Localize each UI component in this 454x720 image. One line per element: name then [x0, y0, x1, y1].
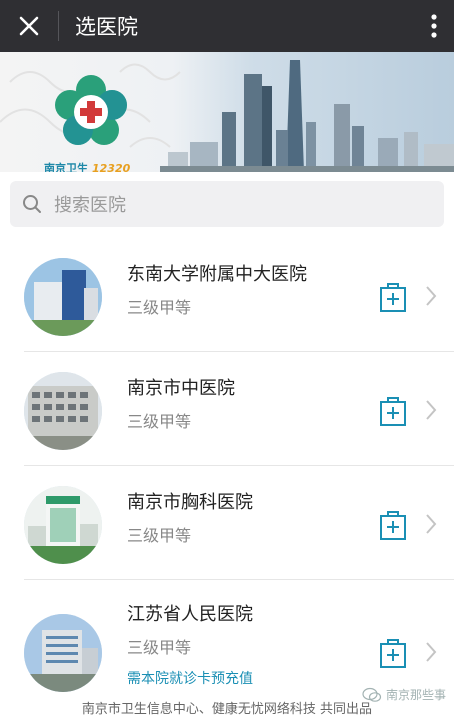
hospital-name: 江苏省人民医院	[127, 604, 253, 625]
chevron-right-icon	[426, 514, 437, 534]
list-item[interactable]: 东南大学附属中大医院 三级甲等	[0, 238, 454, 352]
logo-flower-icon	[55, 75, 127, 145]
hospital-photo	[24, 372, 102, 450]
hospital-name: 南京市中医院	[127, 378, 235, 399]
logo-caption: 南京卫生 12320	[44, 160, 130, 172]
list-item[interactable]: 南京市中医院 三级甲等	[0, 352, 454, 466]
logo-number: 12320	[92, 162, 131, 172]
chevron-right-icon	[426, 286, 437, 306]
hospital-photo	[24, 614, 102, 692]
register-icon[interactable]	[376, 280, 410, 314]
hospital-photo	[24, 486, 102, 564]
hospital-photo	[24, 258, 102, 336]
more-vertical-icon	[431, 14, 437, 38]
close-icon	[19, 16, 39, 36]
hospital-note: 需本院就诊卡预充值	[127, 671, 253, 687]
hospital-level: 三级甲等	[127, 638, 192, 657]
register-icon[interactable]	[376, 636, 410, 670]
more-button[interactable]	[414, 0, 454, 52]
list-item[interactable]: 南京市胸科医院 三级甲等	[0, 466, 454, 580]
wechat-icon	[362, 687, 382, 702]
search-icon	[23, 195, 41, 213]
top-bar: 选医院	[0, 0, 454, 52]
watermark-text: 南京那些事	[385, 688, 446, 702]
search-input[interactable]: 搜索医院	[10, 181, 444, 227]
hospital-name: 东南大学附属中大医院	[127, 264, 307, 285]
hospital-level: 三级甲等	[127, 526, 192, 545]
header-divider	[58, 11, 59, 41]
logo-text: 南京卫生	[44, 162, 88, 172]
search-placeholder: 搜索医院	[54, 195, 126, 216]
hospital-name: 南京市胸科医院	[127, 492, 253, 513]
hospital-list: 东南大学附属中大医院 三级甲等 南京市中医院 三级甲等 南京市胸科医院 三级甲等…	[0, 238, 454, 706]
register-icon[interactable]	[376, 394, 410, 428]
chevron-right-icon	[426, 400, 437, 420]
health-logo: 南京卫生 12320	[36, 72, 146, 172]
register-icon[interactable]	[376, 508, 410, 542]
page-title: 选医院	[75, 15, 138, 39]
watermark: 南京那些事	[362, 686, 446, 703]
banner: 南京卫生 12320	[0, 52, 454, 172]
hospital-level: 三级甲等	[127, 412, 192, 431]
hospital-level: 三级甲等	[127, 298, 192, 317]
chevron-right-icon	[426, 642, 437, 662]
close-button[interactable]	[0, 0, 58, 52]
